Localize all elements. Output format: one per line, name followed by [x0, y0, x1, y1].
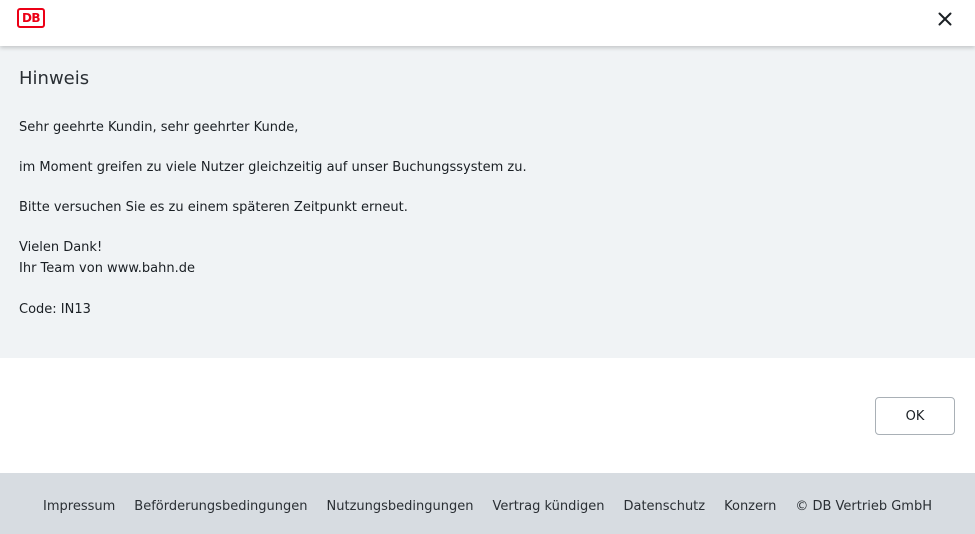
- retry-text: Bitte versuchen Sie es zu einem späteren…: [19, 200, 408, 215]
- notice-text: im Moment greifen zu viele Nutzer gleich…: [19, 160, 527, 175]
- db-logo[interactable]: DB: [17, 8, 45, 28]
- error-code-text: Code: IN13: [19, 302, 91, 317]
- close-button[interactable]: [934, 8, 956, 30]
- footer-links: Impressum Beförderungsbedingungen Nutzun…: [43, 499, 932, 514]
- close-icon: [938, 12, 952, 26]
- footer-link-befoerderungsbedingungen[interactable]: Beförderungsbedingungen: [134, 499, 307, 514]
- thanks-text: Vielen Dank!: [19, 240, 103, 255]
- db-logo-text: DB: [21, 11, 41, 25]
- header-bar: DB: [0, 0, 975, 46]
- footer-link-vertrag-kuendigen[interactable]: Vertrag kündigen: [492, 499, 604, 514]
- footer: Impressum Beförderungsbedingungen Nutzun…: [0, 473, 975, 534]
- footer-copyright: © DB Vertrieb GmbH: [795, 499, 932, 514]
- footer-link-datenschutz[interactable]: Datenschutz: [623, 499, 705, 514]
- team-text: Ihr Team von www.bahn.de: [19, 261, 195, 276]
- footer-link-impressum[interactable]: Impressum: [43, 499, 115, 514]
- dialog-title: Hinweis: [19, 68, 90, 89]
- greeting-text: Sehr geehrte Kundin, sehr geehrter Kunde…: [19, 120, 299, 135]
- footer-link-konzern[interactable]: Konzern: [724, 499, 776, 514]
- ok-button[interactable]: OK: [875, 397, 955, 435]
- footer-link-nutzungsbedingungen[interactable]: Nutzungsbedingungen: [327, 499, 474, 514]
